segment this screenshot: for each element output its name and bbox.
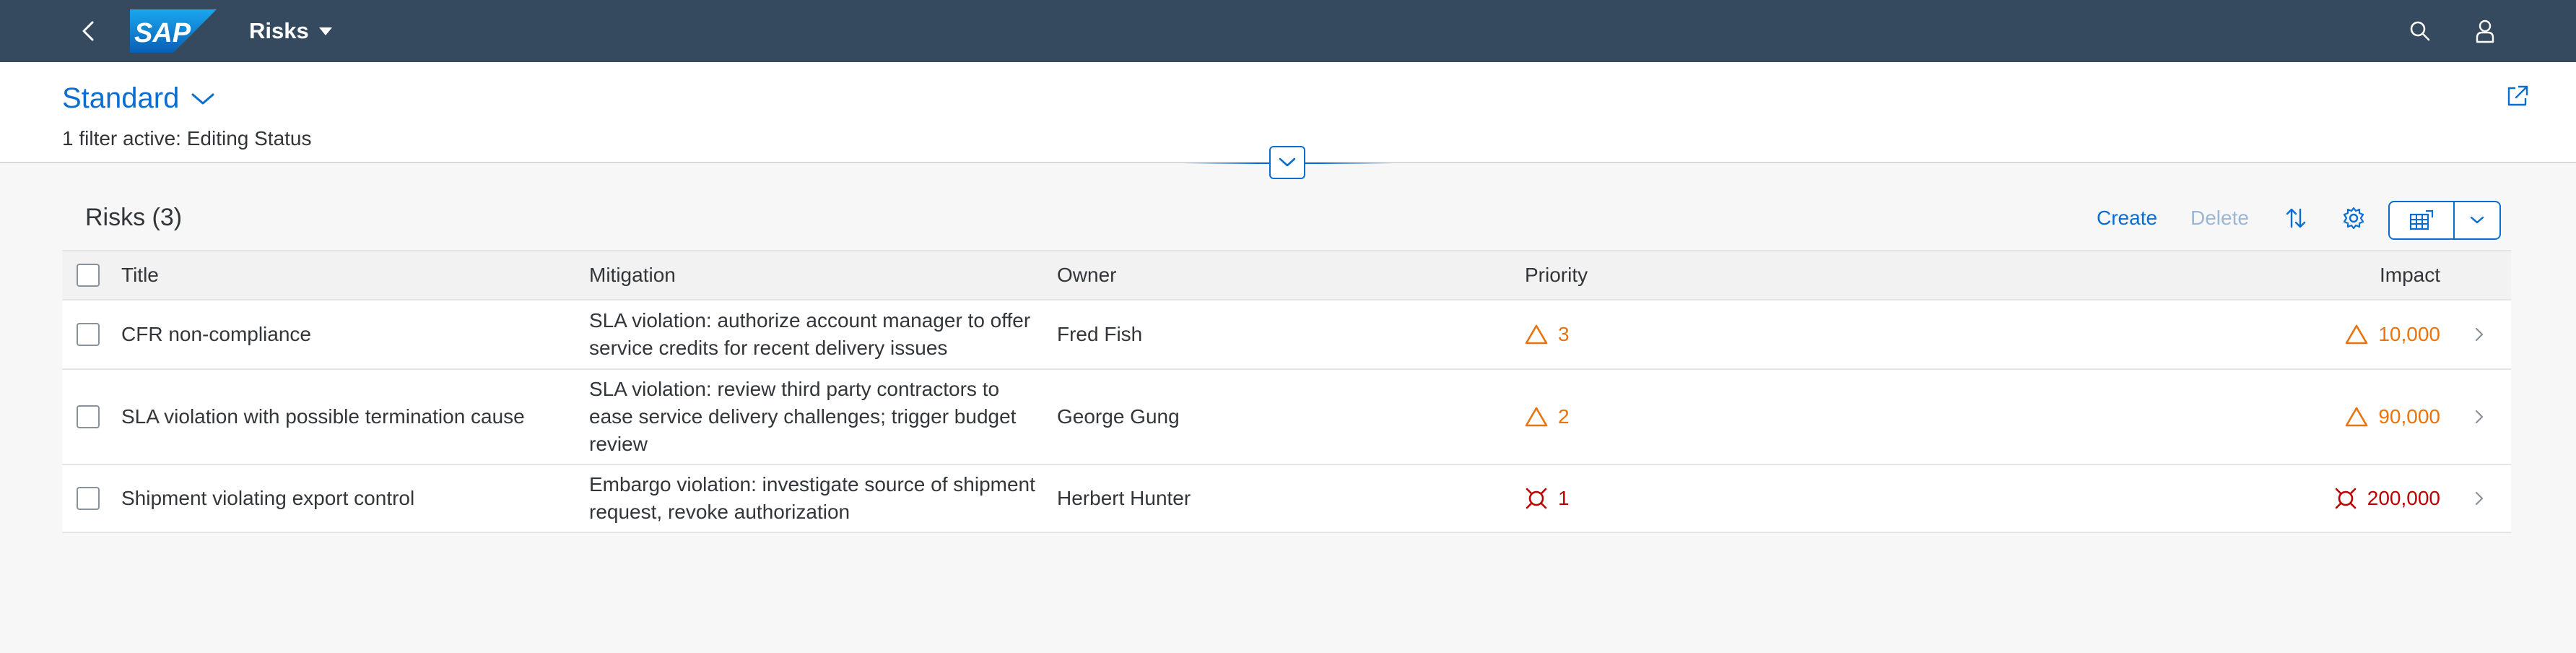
risk-mitigation: SLA violation: review third party contra… bbox=[589, 378, 1017, 455]
error-icon bbox=[1526, 488, 1547, 509]
user-button[interactable] bbox=[2469, 15, 2501, 47]
column-header-title[interactable]: Title bbox=[121, 251, 583, 299]
sort-button[interactable] bbox=[2280, 202, 2312, 234]
variant-selector[interactable]: Standard bbox=[62, 82, 215, 115]
export-menu-button[interactable] bbox=[2455, 202, 2499, 238]
warning-icon bbox=[1525, 324, 1548, 345]
settings-icon bbox=[2343, 207, 2364, 230]
row-checkbox[interactable] bbox=[77, 487, 100, 510]
priority-value: 2 bbox=[1558, 405, 1570, 428]
export-split-button bbox=[2388, 201, 2501, 240]
chevron-down-icon bbox=[2470, 216, 2484, 224]
search-button[interactable] bbox=[2404, 15, 2436, 47]
table-settings-button[interactable] bbox=[2338, 202, 2370, 234]
export-button[interactable] bbox=[2390, 202, 2455, 238]
warning-icon bbox=[2346, 407, 2368, 427]
table-row[interactable]: SLA violation with possible termination … bbox=[62, 370, 2511, 465]
risk-mitigation: SLA violation: authorize account manager… bbox=[589, 309, 1031, 359]
error-icon bbox=[2335, 488, 2357, 509]
variant-name: Standard bbox=[62, 82, 180, 114]
select-all-checkbox[interactable] bbox=[77, 264, 100, 287]
shell-bar: SAP Risks bbox=[0, 0, 2576, 62]
priority-value: 3 bbox=[1558, 323, 1570, 345]
expand-header-button[interactable] bbox=[1269, 146, 1305, 179]
table-title: Risks (3) bbox=[85, 204, 183, 231]
risk-impact: 200,000 bbox=[2011, 465, 2440, 532]
table-header-row: Title Mitigation Owner Priority Impact bbox=[62, 251, 2511, 300]
svg-text:SAP: SAP bbox=[134, 18, 191, 48]
priority-value: 1 bbox=[1558, 487, 1570, 509]
table-row[interactable]: CFR non-compliance SLA violation: author… bbox=[62, 300, 2511, 370]
warning-icon bbox=[2346, 324, 2368, 345]
risk-title: CFR non-compliance bbox=[121, 323, 311, 345]
column-header-impact[interactable]: Impact bbox=[2011, 251, 2440, 299]
risk-title: SLA violation with possible termination … bbox=[121, 405, 525, 428]
warning-icon bbox=[1525, 407, 1548, 427]
back-button[interactable] bbox=[72, 15, 104, 47]
column-header-priority[interactable]: Priority bbox=[1525, 251, 1958, 299]
share-button[interactable] bbox=[2501, 79, 2534, 113]
risk-priority: 1 bbox=[1525, 465, 1958, 532]
risk-priority: 2 bbox=[1525, 370, 1958, 464]
risk-impact: 10,000 bbox=[2011, 300, 2440, 368]
risks-table: Title Mitigation Owner Priority Impact C… bbox=[62, 250, 2511, 533]
filter-info-text: 1 filter active: Editing Status bbox=[62, 127, 312, 150]
risk-owner: George Gung bbox=[1057, 405, 1180, 428]
column-header-mitigation[interactable]: Mitigation bbox=[589, 251, 1044, 299]
share-icon bbox=[2507, 85, 2528, 106]
export-icon bbox=[2409, 209, 2434, 230]
user-icon bbox=[2476, 20, 2494, 43]
caret-down-icon bbox=[318, 27, 332, 35]
risk-priority: 3 bbox=[1525, 300, 1958, 368]
sort-icon bbox=[2286, 208, 2306, 228]
risk-mitigation: Embargo violation: investigate source of… bbox=[589, 473, 1035, 523]
back-icon bbox=[82, 21, 94, 41]
risk-owner: Herbert Hunter bbox=[1057, 487, 1191, 509]
table-row[interactable]: Shipment violating export control Embarg… bbox=[62, 465, 2511, 533]
risk-title: Shipment violating export control bbox=[121, 487, 415, 509]
row-checkbox[interactable] bbox=[77, 405, 100, 428]
row-checkbox[interactable] bbox=[77, 323, 100, 346]
chevron-down-icon bbox=[1279, 157, 1296, 167]
delete-button[interactable]: Delete bbox=[2190, 207, 2249, 230]
risk-impact: 90,000 bbox=[2011, 370, 2440, 464]
impact-value: 90,000 bbox=[2378, 405, 2440, 428]
risk-owner: Fred Fish bbox=[1057, 323, 1143, 345]
impact-value: 200,000 bbox=[2367, 487, 2440, 509]
impact-value: 10,000 bbox=[2378, 323, 2440, 345]
search-icon bbox=[2410, 21, 2430, 41]
column-header-owner[interactable]: Owner bbox=[1057, 251, 1519, 299]
chevron-right-icon bbox=[2469, 407, 2489, 427]
create-button[interactable]: Create bbox=[2097, 207, 2157, 230]
app-title-menu[interactable]: Risks bbox=[249, 0, 332, 62]
chevron-right-icon bbox=[2469, 324, 2489, 345]
sap-logo[interactable]: SAP bbox=[130, 9, 217, 53]
app-title: Risks bbox=[249, 18, 309, 43]
chevron-right-icon bbox=[2469, 488, 2489, 509]
chevron-down-icon bbox=[191, 93, 214, 104]
